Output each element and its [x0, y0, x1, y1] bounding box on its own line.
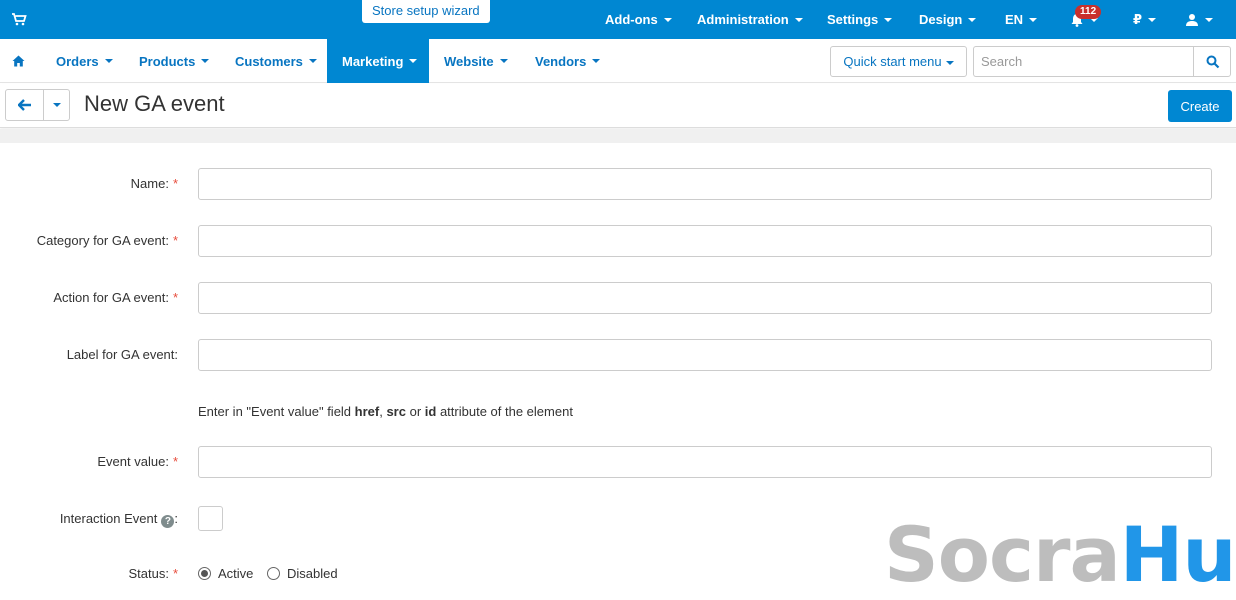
chevron-down-icon [53, 103, 61, 107]
action-input[interactable] [198, 282, 1212, 314]
chevron-down-icon [1148, 17, 1157, 22]
search-input[interactable] [973, 46, 1194, 77]
chevron-down-icon [104, 59, 113, 63]
ga-label-label: Label for GA event: [67, 347, 178, 362]
back-button[interactable] [5, 89, 44, 121]
interaction-event-label: Interaction Event?: [60, 511, 178, 528]
design-label: Design [919, 12, 963, 27]
back-dropdown-button[interactable] [43, 89, 70, 121]
hint-or: or [405, 404, 425, 419]
chevron-down-icon [794, 17, 803, 22]
required-mark: * [172, 290, 178, 305]
currency-menu[interactable]: ₽ [1133, 0, 1157, 39]
interaction-event-checkbox[interactable] [198, 506, 223, 531]
watermark-part1: Socra [884, 510, 1121, 599]
interaction-event-label-text: Interaction Event [59, 511, 158, 526]
interaction-colon: : [174, 511, 178, 526]
user-icon [1186, 13, 1198, 26]
chevron-down-icon [1029, 17, 1038, 22]
search-icon [1206, 55, 1220, 69]
nav-vendors[interactable]: Vendors [535, 39, 601, 83]
chevron-down-icon [1205, 17, 1213, 22]
nav-orders[interactable]: Orders [56, 39, 113, 83]
status-label-text: Status: [128, 566, 169, 581]
status-disabled-label[interactable]: Disabled [287, 566, 338, 581]
notifications-badge: 112 [1075, 5, 1102, 19]
user-menu[interactable] [1185, 0, 1213, 39]
name-label-text: Name: [130, 176, 169, 191]
status-active-label[interactable]: Active [218, 566, 253, 581]
nav-products-label: Products [139, 53, 196, 69]
required-mark: * [172, 454, 178, 469]
design-menu[interactable]: Design [919, 0, 977, 39]
nav-products[interactable]: Products [139, 39, 210, 83]
category-label-text: Category for GA event: [36, 233, 169, 248]
search-button[interactable] [1193, 46, 1231, 77]
status-label: Status: * [128, 566, 178, 581]
quick-start-menu-button[interactable]: Quick start menu [830, 46, 967, 77]
action-label-text: Action for GA event: [53, 290, 169, 305]
required-mark: * [172, 566, 178, 581]
administration-menu[interactable]: Administration [697, 0, 803, 39]
event-value-input[interactable] [198, 446, 1212, 478]
currency-label: ₽ [1133, 11, 1143, 27]
name-input[interactable] [198, 168, 1212, 200]
watermark-part2: Hub [1119, 510, 1236, 599]
hint-prefix: Enter in "Event value" field [198, 404, 355, 419]
event-value-label: Event value: * [97, 454, 178, 469]
ga-label-label-text: Label for GA event: [66, 347, 178, 362]
chevron-down-icon [308, 59, 317, 63]
required-mark: * [172, 176, 178, 191]
administration-label: Administration [697, 12, 789, 27]
chevron-down-icon [499, 59, 508, 63]
chevron-down-icon [945, 60, 954, 65]
store-setup-wizard-button[interactable]: Store setup wizard [362, 0, 490, 23]
cart-icon[interactable] [11, 11, 27, 27]
chevron-down-icon [968, 17, 977, 22]
create-button[interactable]: Create [1168, 90, 1232, 122]
hint-id: id [424, 404, 437, 419]
chevron-down-icon [884, 17, 893, 22]
hint-href: href [354, 404, 380, 419]
required-mark: * [172, 233, 178, 248]
hint-src: src [386, 404, 406, 419]
quick-start-label: Quick start menu [843, 54, 942, 69]
language-menu[interactable]: EN [1005, 0, 1038, 39]
nav-orders-label: Orders [56, 53, 99, 69]
page-title: New GA event [84, 91, 225, 116]
settings-label: Settings [827, 12, 879, 27]
event-value-label-text: Event value: [97, 454, 169, 469]
settings-menu[interactable]: Settings [827, 0, 893, 39]
help-icon[interactable]: ? [161, 515, 175, 528]
top-bar: Store setup wizard Add-ons Administratio… [0, 0, 1236, 39]
chevron-down-icon [592, 59, 601, 63]
nav-website[interactable]: Website [444, 39, 508, 83]
addons-label: Add-ons [605, 12, 658, 27]
status-disabled-radio[interactable] [267, 567, 280, 580]
chevron-down-icon [201, 59, 210, 63]
chevron-down-icon [663, 17, 672, 22]
nav-customers-label: Customers [235, 53, 303, 69]
status-active-radio[interactable] [198, 567, 211, 580]
chevron-down-icon [409, 59, 418, 63]
nav-vendors-label: Vendors [535, 53, 587, 69]
nav-customers[interactable]: Customers [235, 39, 317, 83]
nav-website-label: Website [444, 53, 494, 69]
action-label: Action for GA event: * [53, 290, 178, 305]
name-label: Name: * [131, 176, 178, 191]
arrow-left-icon [18, 99, 31, 111]
event-value-hint: Enter in "Event value" field href, src o… [198, 404, 573, 419]
nav-marketing-label: Marketing [342, 53, 404, 69]
nav-marketing[interactable]: Marketing [327, 39, 429, 83]
home-icon [12, 55, 25, 67]
addons-menu[interactable]: Add-ons [605, 0, 672, 39]
hint-suffix: attribute of the element [436, 404, 573, 419]
category-input[interactable] [198, 225, 1212, 257]
language-label: EN [1005, 12, 1024, 27]
home-link[interactable] [12, 39, 25, 83]
ga-label-input[interactable] [198, 339, 1212, 371]
divider [0, 129, 1236, 143]
category-label: Category for GA event: * [37, 233, 178, 248]
